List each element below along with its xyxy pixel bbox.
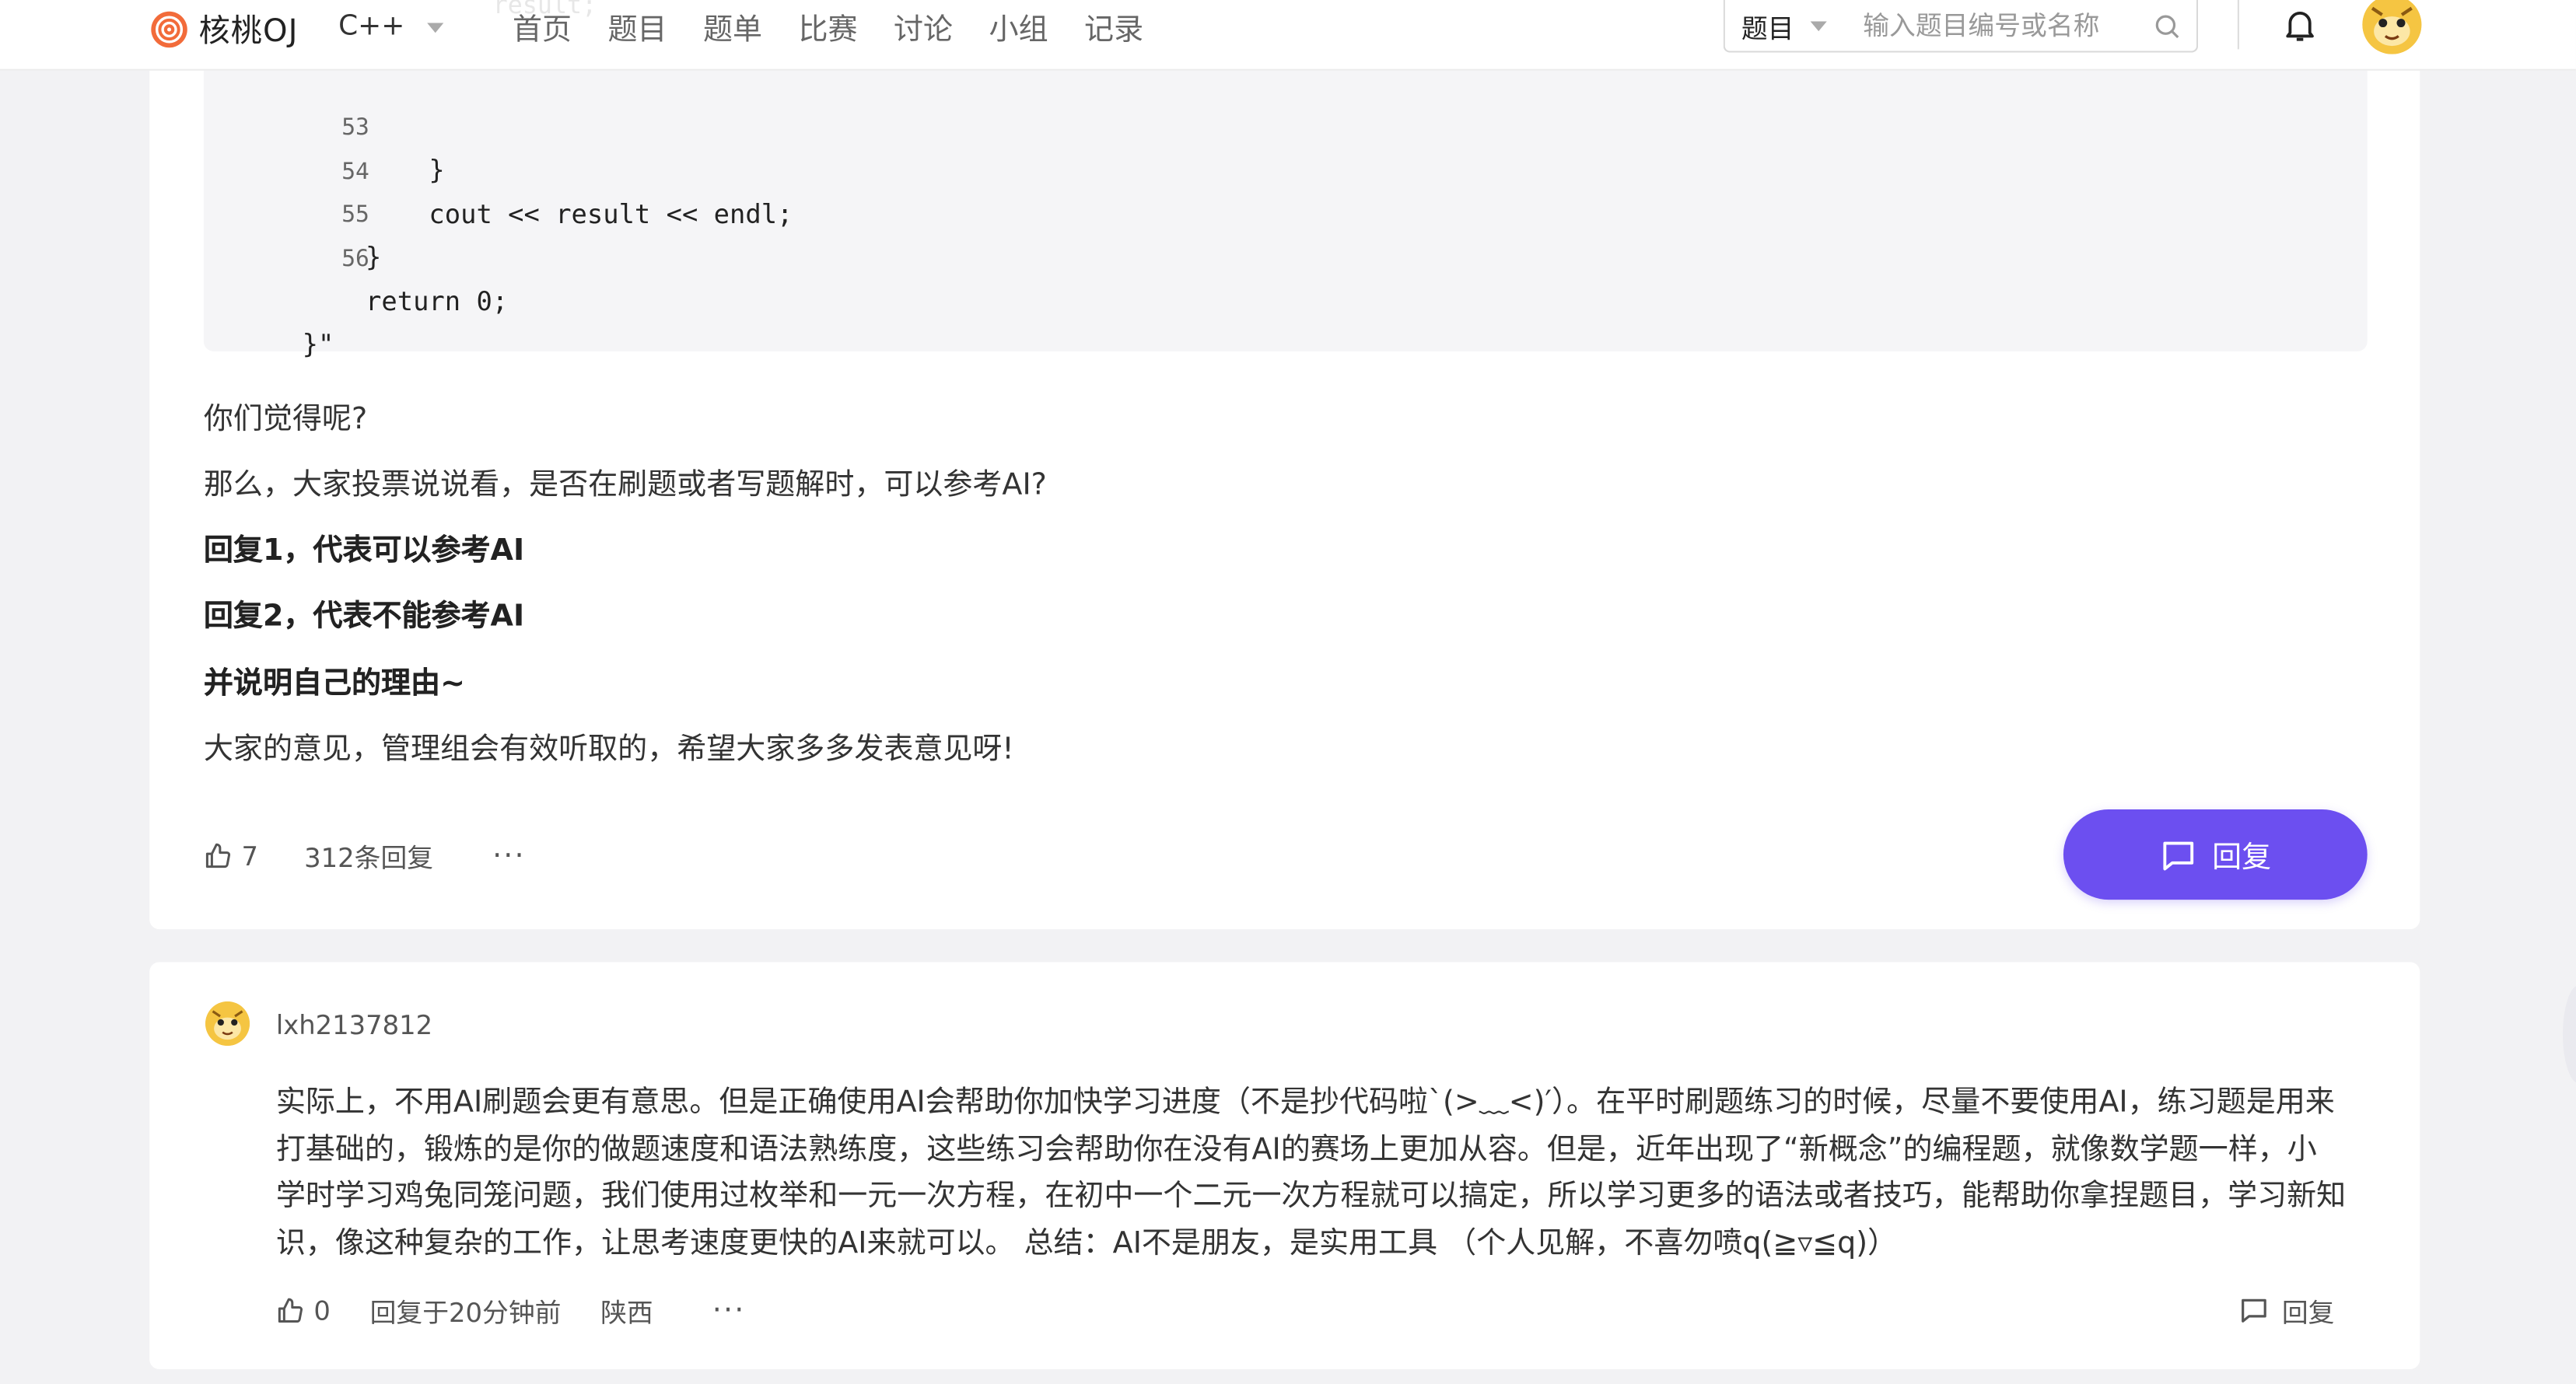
nav-contests[interactable]: 比赛 — [799, 6, 858, 49]
comment-icon — [2242, 1298, 2266, 1323]
top-header: result; 核桃OJ C++ 首页 题目 题单 比赛 讨论 小组 记录 题目… — [0, 0, 2576, 71]
logo-text: 核桃OJ — [198, 12, 299, 50]
nav-records[interactable]: 记录 — [1084, 6, 1143, 49]
like-button[interactable]: 7 — [204, 840, 258, 871]
nav-problems[interactable]: 题目 — [608, 6, 667, 49]
code-line: 56 return 0; — [204, 194, 508, 317]
nav-discuss[interactable]: 讨论 — [894, 6, 953, 49]
thumbs-up-icon — [205, 842, 231, 868]
caret-down-icon — [1810, 20, 1827, 31]
code-line: 55 } — [204, 149, 381, 273]
language-label: C++ — [338, 9, 405, 43]
like-count: 7 — [241, 840, 259, 872]
code-text: cout << result << endl; — [302, 198, 793, 230]
nav-problem-lists[interactable]: 题单 — [703, 6, 762, 49]
reply-meta: 0 回复于20分钟前 陕西 ··· — [276, 1291, 746, 1330]
reply-button[interactable]: 回复 — [2063, 809, 2368, 900]
more-options-button[interactable]: ··· — [492, 838, 526, 872]
reply-card: lxh2137812 实际上，不用AI刷题会更有意思。但是正确使用AI会帮助你加… — [149, 962, 2420, 1369]
nav-groups[interactable]: 小组 — [989, 6, 1048, 49]
search-icon[interactable] — [2152, 11, 2182, 40]
reply-count[interactable]: 312条回复 — [304, 836, 433, 875]
reply-body: 实际上，不用AI刷题会更有意思。但是正确使用AI会帮助你加快学习进度（不是抄代码… — [275, 1085, 2347, 1260]
reply-button-label: 回复 — [2212, 840, 2272, 875]
avatar[interactable] — [205, 1001, 250, 1047]
post-paragraph: 大家的意见，管理组会有效听取的，希望大家多多发表意见呀! — [203, 732, 1014, 767]
search-type-label: 题目 — [1741, 12, 1794, 44]
reply-location: 陕西 — [600, 1297, 653, 1329]
post-paragraph-bold: 回复2，代表不能参考AI — [203, 599, 525, 634]
post-paragraph: 那么，大家投票说说看，是否在刷题或者写题解时，可以参考AI? — [203, 467, 1047, 503]
reply-more-button[interactable]: ··· — [712, 1293, 746, 1327]
site-logo[interactable]: 核桃OJ — [149, 6, 298, 51]
post-paragraph-bold: 并说明自己的理由~ — [203, 666, 465, 701]
search-type-select[interactable]: 题目 — [1725, 5, 1850, 45]
main-nav: 首页 题目 题单 比赛 讨论 小组 记录 — [513, 6, 1180, 49]
reply-to-comment-label: 回复 — [2281, 1297, 2335, 1329]
thumbs-up-icon — [278, 1297, 303, 1322]
reply-to-comment-button[interactable]: 回复 — [2239, 1291, 2335, 1330]
reply-username[interactable]: lxh2137812 — [276, 1010, 432, 1041]
caret-down-icon — [427, 23, 445, 33]
bell-icon[interactable] — [2280, 3, 2320, 46]
code-text: }" — [302, 328, 334, 360]
post-paragraph-bold: 回复1，代表可以参考AI — [203, 533, 525, 568]
post-paragraph: 你们觉得呢? — [203, 402, 368, 437]
code-line: 54 cout << result << endl; — [204, 107, 793, 230]
avatar-face-icon — [205, 1001, 250, 1047]
avatar-face-icon — [2362, 0, 2422, 54]
reply-like-count: 0 — [313, 1294, 331, 1326]
comment-icon — [2162, 841, 2193, 870]
search-box: 题目 — [1723, 0, 2199, 53]
user-avatar[interactable] — [2362, 0, 2422, 54]
nav-home[interactable]: 首页 — [513, 6, 572, 49]
floating-edge — [2563, 984, 2576, 1084]
code-line: }" — [204, 238, 369, 359]
header-divider — [2237, 0, 2239, 50]
reply-time: 回复于20分钟前 — [369, 1297, 562, 1329]
post-actions: 7 312条回复 ··· — [204, 836, 526, 875]
language-selector[interactable]: C++ — [338, 9, 445, 43]
search-input[interactable] — [1863, 9, 2146, 41]
reply-like-button[interactable]: 0 — [276, 1295, 331, 1326]
walnut-logo-icon — [151, 10, 187, 47]
